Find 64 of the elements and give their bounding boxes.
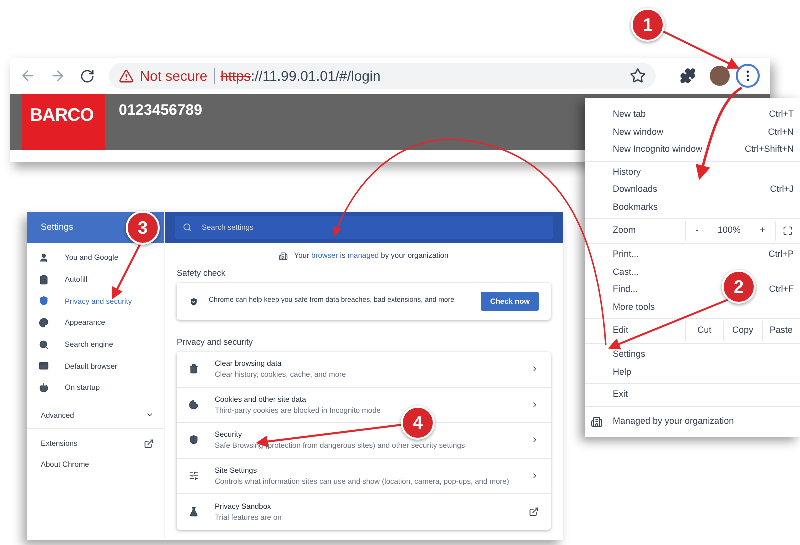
palette-icon (39, 318, 49, 328)
building-icon (591, 416, 603, 428)
clipboard-icon (39, 274, 49, 285)
menu-item[interactable]: Find... (613, 283, 638, 296)
chevron-icon (531, 400, 539, 409)
fullscreen-icon[interactable] (783, 226, 793, 236)
browser-window-icon (39, 361, 49, 372)
menu-item[interactable]: New tab (613, 108, 646, 122)
section-heading: Safety check (176, 267, 227, 280)
profile-avatar[interactable] (710, 66, 730, 86)
menu-item[interactable]: Cast... (613, 266, 640, 279)
cookie-icon (189, 400, 199, 410)
back-icon[interactable] (20, 68, 36, 84)
reload-icon[interactable] (80, 68, 95, 84)
edit-action-button[interactable]: Paste (762, 321, 800, 341)
section-heading: Privacy and security (176, 336, 254, 349)
shortcut-text: Ctrl+J (770, 183, 794, 196)
edit-action-button[interactable]: Cut (685, 321, 724, 341)
search-icon (39, 340, 49, 350)
warning-icon (119, 68, 134, 84)
external-link-icon (144, 438, 154, 449)
chevron-icon (531, 365, 539, 374)
shield-icon (189, 435, 199, 446)
building-icon (279, 252, 288, 260)
security-warning: Not secure (140, 66, 208, 86)
device-id: 0123456789 (119, 101, 202, 121)
shield-icon (39, 296, 49, 306)
menu-item[interactable]: Bookmarks (613, 200, 658, 214)
url-text: https://11.99.01.01/#/login (220, 66, 382, 86)
edit-action-button[interactable]: Copy (723, 321, 762, 341)
step-badge: 1 (631, 8, 665, 42)
address-bar[interactable]: Not secure https://11.99.01.01/#/login (109, 63, 656, 89)
menu-item[interactable]: History (613, 166, 642, 179)
external-link-icon (529, 506, 539, 517)
menu-item[interactable]: New Incognito window (613, 143, 703, 156)
zoom-level: 100% (718, 224, 741, 238)
logo: BARCO (22, 94, 105, 150)
menu-icon[interactable] (736, 64, 760, 88)
zoom-in-button[interactable]: + (760, 224, 766, 238)
person-icon (39, 252, 49, 263)
sliders-icon (189, 470, 199, 481)
shortcut-text: Ctrl+Shift+N (744, 143, 794, 156)
menu-item[interactable]: New window (613, 126, 664, 139)
menu-item[interactable]: Settings (613, 348, 646, 362)
shortcut-text: Ctrl+F (769, 283, 794, 296)
forward-icon[interactable] (50, 68, 66, 84)
chevron-icon (531, 436, 539, 444)
chevron-icon (531, 472, 539, 480)
trash-icon (189, 364, 199, 374)
search-icon (183, 223, 192, 232)
menu-item[interactable]: Help (613, 366, 632, 379)
menu-item[interactable]: Print... (613, 248, 640, 262)
star-icon[interactable] (630, 68, 646, 84)
shield-icon (189, 296, 199, 306)
shortcut-text: Ctrl+N (768, 126, 794, 138)
flask-icon (189, 506, 199, 517)
menu-item[interactable]: More tools (613, 300, 656, 314)
managed-notice: Managed by your organization (613, 414, 734, 428)
extensions-icon[interactable] (680, 68, 696, 84)
menu-item[interactable]: Exit (613, 388, 628, 402)
shortcut-text: Ctrl+T (769, 108, 794, 121)
shortcut-text: Ctrl+P (768, 248, 794, 261)
zoom-out-button[interactable]: - (696, 224, 699, 238)
menu-item[interactable]: Downloads (613, 183, 658, 196)
